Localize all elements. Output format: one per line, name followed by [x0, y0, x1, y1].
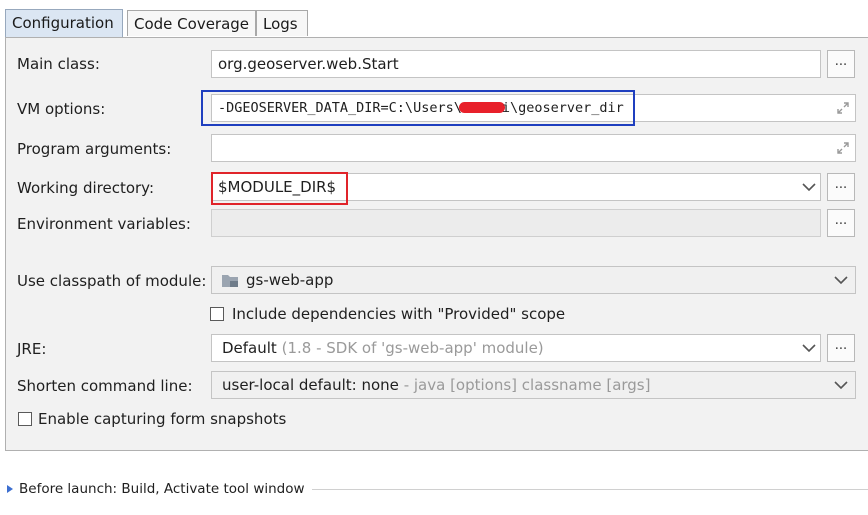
main-class-field[interactable]: org.geoserver.web.Start: [211, 50, 821, 78]
working-directory-label: Working directory:: [17, 179, 155, 197]
include-provided-label: Include dependencies with "Provided" sco…: [232, 305, 566, 323]
tab-configuration[interactable]: Configuration: [5, 9, 123, 37]
tab-logs-label: Logs: [263, 15, 298, 33]
environment-variables-field[interactable]: [211, 209, 821, 237]
form-snapshots-checkbox[interactable]: [18, 412, 32, 426]
working-directory-highlight: [211, 172, 348, 205]
jre-combo[interactable]: Default (1.8 - SDK of 'gs-web-app' modul…: [211, 334, 821, 362]
classpath-module-value: gs-web-app: [246, 271, 334, 289]
environment-variables-label: Environment variables:: [17, 215, 191, 233]
shorten-command-line-combo[interactable]: user-local default: none - java [options…: [211, 371, 856, 399]
main-class-browse-button[interactable]: ...: [827, 50, 855, 78]
tab-logs[interactable]: Logs: [256, 10, 308, 36]
jre-value: Default: [222, 339, 277, 357]
jre-hint: (1.8 - SDK of 'gs-web-app' module): [281, 339, 544, 357]
shorten-command-line-value: user-local default: none: [222, 376, 399, 394]
expand-arrow-icon[interactable]: [6, 484, 14, 494]
tab-code-coverage-label: Code Coverage: [134, 15, 250, 33]
program-arguments-label: Program arguments:: [17, 140, 172, 158]
chevron-down-icon[interactable]: [834, 380, 848, 390]
jre-browse-button[interactable]: ...: [827, 334, 855, 362]
module-folder-icon: [222, 275, 238, 287]
shorten-command-line-hint: - java [options] classname [args]: [403, 376, 651, 394]
before-launch-label[interactable]: Before launch: Build, Activate tool wind…: [19, 481, 305, 497]
program-arguments-field[interactable]: [211, 134, 856, 162]
chevron-down-icon[interactable]: [802, 343, 816, 353]
main-class-label: Main class:: [17, 55, 100, 73]
expand-icon[interactable]: [836, 101, 850, 115]
working-directory-browse-button[interactable]: ...: [827, 173, 855, 201]
environment-variables-browse-button[interactable]: ...: [827, 209, 855, 237]
chevron-down-icon[interactable]: [802, 182, 816, 192]
expand-icon[interactable]: [836, 141, 850, 155]
tab-code-coverage[interactable]: Code Coverage: [127, 10, 256, 36]
form-snapshots-label: Enable capturing form snapshots: [38, 410, 287, 428]
jre-label: JRE:: [17, 340, 47, 358]
shorten-command-line-label: Shorten command line:: [17, 377, 193, 395]
include-provided-checkbox[interactable]: [210, 307, 224, 321]
before-launch-separator: [312, 489, 868, 490]
tab-configuration-label: Configuration: [12, 14, 114, 32]
vm-options-label: VM options:: [17, 100, 106, 118]
classpath-module-combo[interactable]: gs-web-app: [211, 266, 856, 294]
chevron-down-icon[interactable]: [834, 275, 848, 285]
vm-options-highlight: [201, 90, 635, 126]
classpath-module-label: Use classpath of module:: [17, 272, 207, 290]
